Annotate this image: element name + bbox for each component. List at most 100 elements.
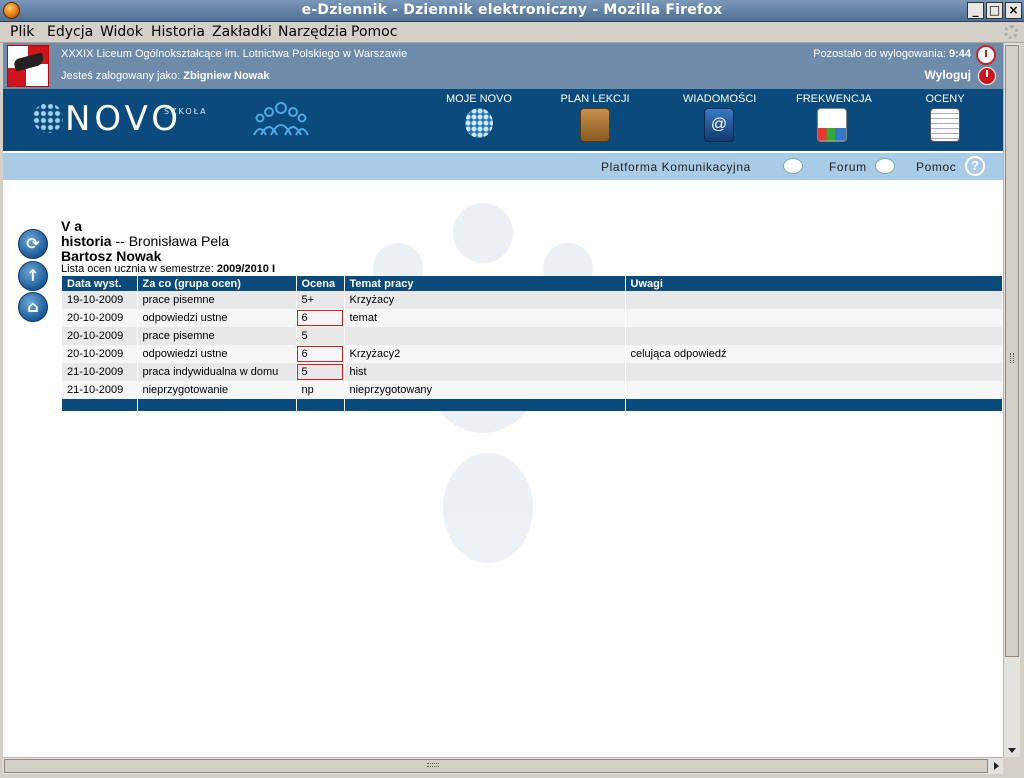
nav-my-novo[interactable]: MOJE NOVO bbox=[443, 93, 515, 138]
grade-date: 20-10-2009 bbox=[62, 309, 138, 327]
close-button[interactable]: × bbox=[1005, 2, 1022, 19]
grade-notes bbox=[625, 309, 1003, 327]
student-name: Bartosz Nowak bbox=[61, 248, 162, 264]
up-button[interactable]: ↑ bbox=[18, 261, 48, 291]
grade-date: 19-10-2009 bbox=[62, 291, 138, 309]
table-row: 20-10-2009 odpowiedzi ustne 6 temat bbox=[62, 309, 1003, 327]
class-name: V a bbox=[61, 218, 83, 234]
grade-notes bbox=[625, 327, 1003, 345]
page-viewport: XXXIX Liceum Ogólnokształcące im. Lotnic… bbox=[3, 43, 1003, 757]
col-topic: Temat pracy bbox=[344, 276, 626, 291]
logout-link[interactable]: Wyloguj bbox=[925, 68, 971, 82]
horizontal-scrollbar[interactable] bbox=[3, 757, 1003, 774]
grade-value[interactable]: 6 bbox=[296, 345, 345, 363]
col-category: Za co (grupa ocen) bbox=[137, 276, 297, 291]
power-icon[interactable] bbox=[978, 67, 996, 85]
table-row: 21-10-2009 praca indywidualna w domu 5 hist bbox=[62, 363, 1003, 381]
nav-messages[interactable]: WIADOMOŚCI @ bbox=[683, 93, 756, 142]
help-icon[interactable]: ? bbox=[965, 156, 985, 176]
planner-icon bbox=[580, 108, 610, 142]
grade-date: 20-10-2009 bbox=[62, 327, 138, 345]
grade-date: 21-10-2009 bbox=[62, 381, 138, 399]
platform-link[interactable]: Platforma Komunikacyjna bbox=[601, 160, 751, 174]
menu-view[interactable]: Widok bbox=[100, 24, 143, 40]
teacher-name: Bronisława Pela bbox=[128, 233, 230, 249]
menu-help[interactable]: Pomoc bbox=[351, 24, 397, 40]
scroll-down-icon[interactable] bbox=[1008, 748, 1016, 753]
people-group-icon bbox=[253, 102, 309, 136]
grade-value[interactable]: 5 bbox=[296, 363, 345, 381]
main-nav: NOVO SZKOŁA MOJE NOVO PLAN LEKCJI WIADOM bbox=[3, 89, 1003, 151]
chat-bubbles-icon[interactable] bbox=[783, 158, 803, 174]
grade-value[interactable]: 5+ bbox=[296, 291, 345, 309]
grade-topic: Krzyżacy2 bbox=[344, 345, 626, 363]
gradebook-icon bbox=[930, 108, 960, 142]
nav-attendance[interactable]: FREKWENCJA bbox=[796, 93, 872, 142]
grade-category: odpowiedzi ustne bbox=[137, 309, 297, 327]
menu-bookmarks[interactable]: Zakładki bbox=[212, 24, 272, 40]
session-prefix: Pozostało do wylogowania: bbox=[813, 48, 946, 60]
grades-table: Data wyst. Za co (grupa ocen) Ocena Tema… bbox=[62, 276, 1003, 411]
menu-tools[interactable]: Narzędzia bbox=[278, 24, 347, 40]
grade-notes bbox=[625, 291, 1003, 309]
grade-category: prace pisemne bbox=[137, 291, 297, 309]
menu-bar: Plik Edycja Widok Historia Zakładki Narz… bbox=[0, 22, 1024, 43]
grade-notes bbox=[625, 381, 1003, 399]
refresh-button[interactable]: ⟳ bbox=[18, 229, 48, 259]
chart-icon bbox=[817, 108, 847, 142]
home-button[interactable]: ⌂ bbox=[18, 292, 48, 322]
semester-line: Lista ocen ucznia w semestrze: 2009/2010… bbox=[61, 263, 275, 275]
scroll-right-icon[interactable] bbox=[994, 762, 999, 770]
horizontal-scroll-thumb[interactable] bbox=[4, 759, 988, 773]
grades-header-row: Data wyst. Za co (grupa ocen) Ocena Tema… bbox=[62, 276, 1003, 291]
grade-topic: nieprzygotowany bbox=[344, 381, 626, 399]
vertical-scroll-thumb[interactable] bbox=[1005, 45, 1019, 657]
novo-logo[interactable]: NOVO bbox=[65, 99, 182, 139]
speech-bubble-icon[interactable] bbox=[875, 158, 895, 174]
maximize-button[interactable]: □ bbox=[986, 2, 1003, 19]
table-row: 19-10-2009 prace pisemne 5+ Krzyżacy bbox=[62, 291, 1003, 309]
logged-in-info: Jesteś zalogowany jako: Zbigniew Nowak bbox=[61, 70, 269, 82]
grade-notes bbox=[625, 363, 1003, 381]
help-link[interactable]: Pomoc bbox=[916, 160, 956, 174]
menu-edit[interactable]: Edycja bbox=[47, 24, 93, 40]
school-logo bbox=[7, 45, 49, 87]
subject-line: historia -- Bronisława Pela bbox=[61, 233, 229, 249]
table-row: 20-10-2009 odpowiedzi ustne 6 Krzyżacy2 celu… bbox=[62, 345, 1003, 363]
subject-name: historia bbox=[61, 233, 112, 249]
grade-value[interactable]: np bbox=[296, 381, 345, 399]
nav-my-novo-label: MOJE NOVO bbox=[445, 93, 512, 105]
nav-timetable[interactable]: PLAN LEKCJI bbox=[559, 93, 631, 142]
school-header: XXXIX Liceum Ogólnokształcące im. Lotnic… bbox=[3, 43, 1003, 89]
grade-category: odpowiedzi ustne bbox=[137, 345, 297, 363]
logged-in-prefix: Jesteś zalogowany jako: bbox=[61, 70, 181, 82]
grade-topic: temat bbox=[344, 309, 626, 327]
title-bar[interactable]: e-Dziennik - Dziennik elektroniczny - Mo… bbox=[0, 0, 1024, 22]
list-prefix: Lista ocen ucznia w semestrze: bbox=[61, 263, 214, 275]
minimize-button[interactable]: _ bbox=[967, 2, 984, 19]
vertical-scrollbar[interactable] bbox=[1003, 43, 1020, 757]
grade-date: 20-10-2009 bbox=[62, 345, 138, 363]
grade-value[interactable]: 6 bbox=[296, 309, 345, 327]
session-time: 9:44 bbox=[948, 48, 971, 60]
grade-value[interactable]: 5 bbox=[296, 327, 345, 345]
forum-link[interactable]: Forum bbox=[829, 160, 867, 174]
menu-history[interactable]: Historia bbox=[151, 24, 205, 40]
logged-in-user: Zbigniew Nowak bbox=[183, 70, 270, 82]
window-title: e-Dziennik - Dziennik elektroniczny - Mo… bbox=[301, 2, 723, 18]
alarm-clock-icon bbox=[976, 45, 996, 65]
browser-window: e-Dziennik - Dziennik elektroniczny - Mo… bbox=[0, 0, 1024, 778]
grade-topic: Krzyżacy bbox=[344, 291, 626, 309]
nav-grades[interactable]: OCENY bbox=[915, 93, 975, 142]
table-row: 20-10-2009 prace pisemne 5 bbox=[62, 327, 1003, 345]
grade-topic: hist bbox=[344, 363, 626, 381]
novo-logo-icon bbox=[33, 103, 63, 133]
nav-attendance-label: FREKWENCJA bbox=[796, 93, 872, 105]
grade-notes: celująca odpowiedź bbox=[625, 345, 1003, 363]
nav-grades-label: OCENY bbox=[925, 93, 965, 105]
menu-file[interactable]: Plik bbox=[10, 24, 34, 40]
sub-nav: Platforma Komunikacyjna Forum Pomoc ? bbox=[3, 153, 1003, 180]
grade-category: praca indywidualna w domu bbox=[137, 363, 297, 381]
session-timer: Pozostało do wylogowania: 9:44 bbox=[813, 48, 971, 60]
col-date: Data wyst. bbox=[62, 276, 138, 291]
